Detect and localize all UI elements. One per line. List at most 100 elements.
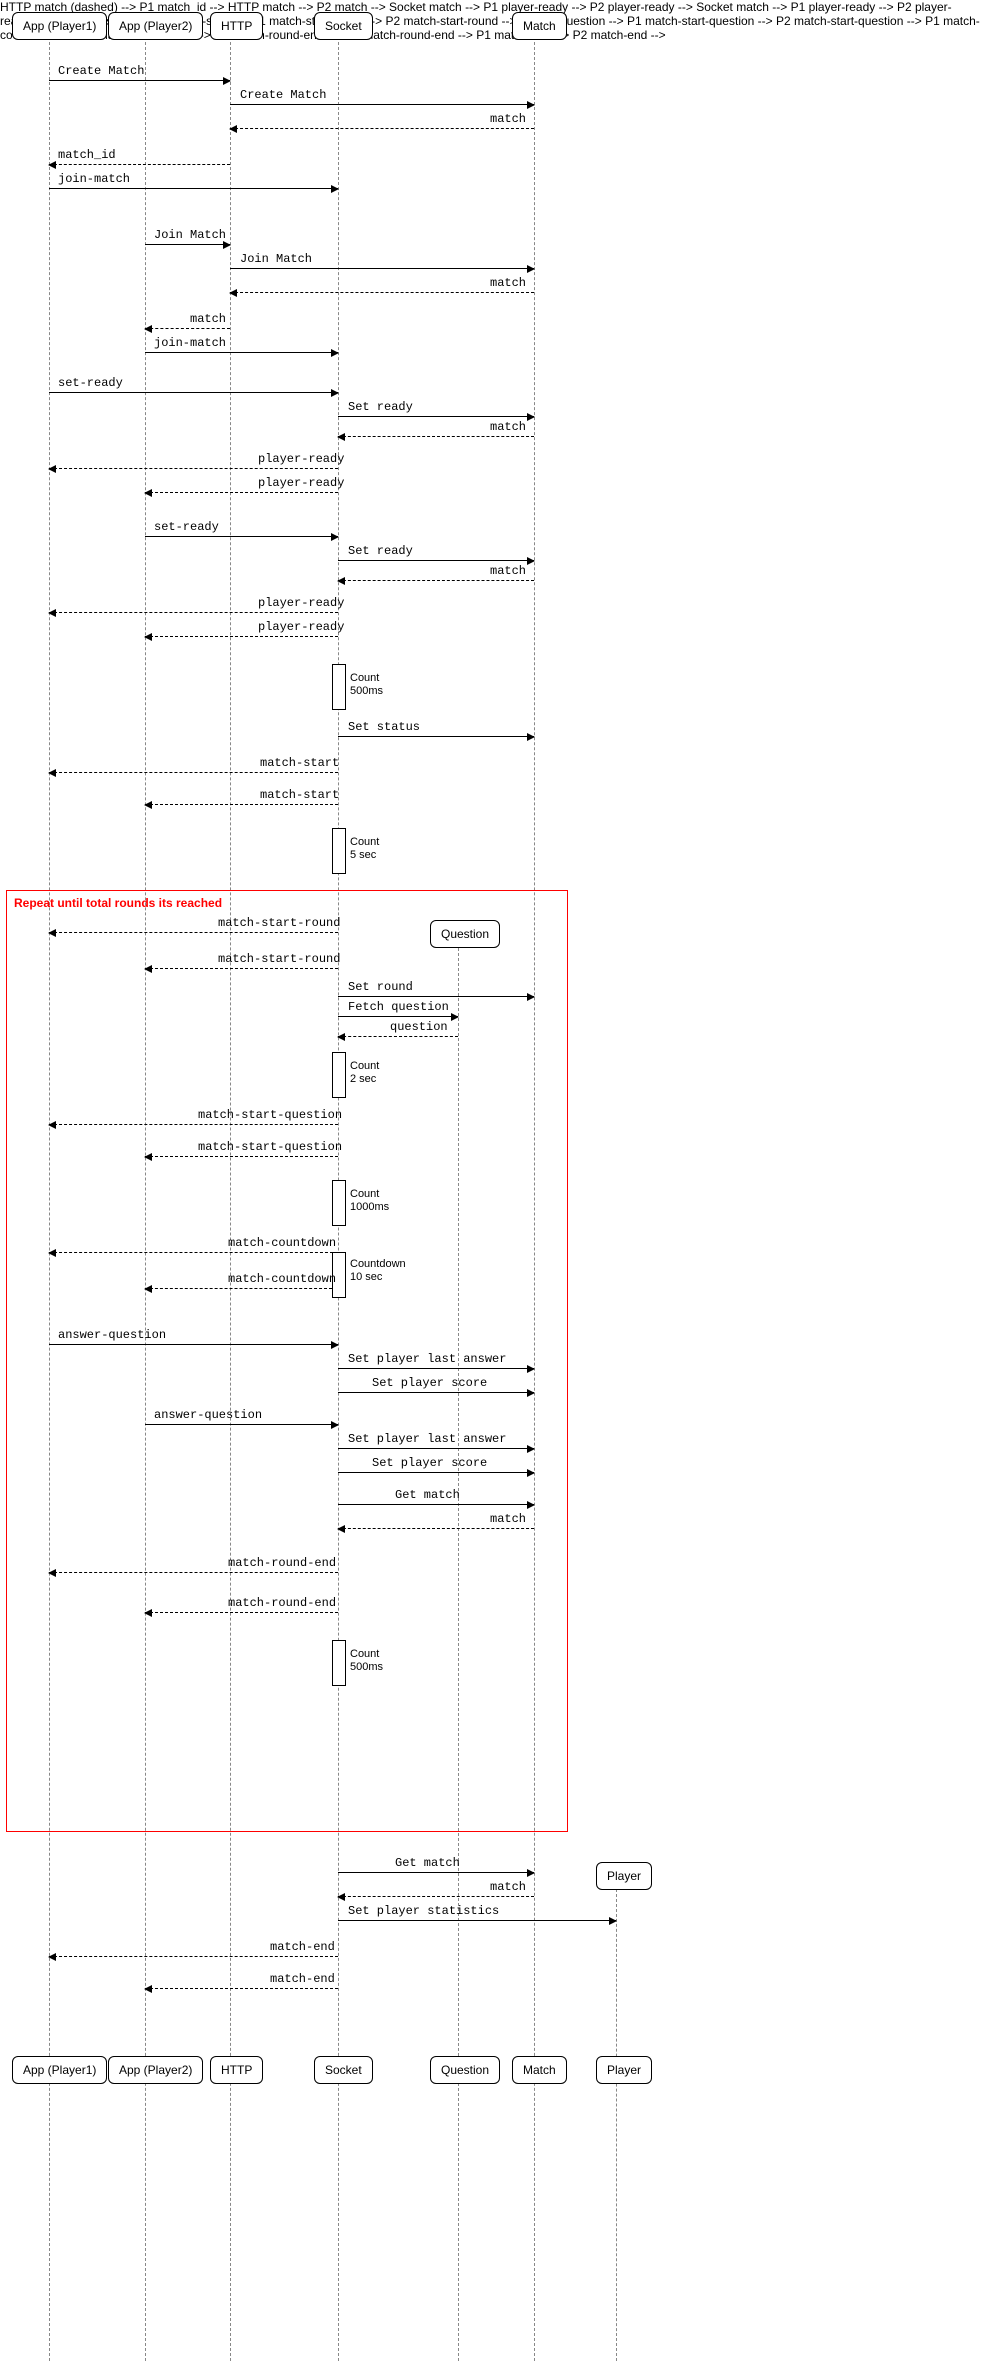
- arrow: [338, 736, 534, 737]
- arrow-return: [145, 1612, 338, 1613]
- msg-label: set-ready: [58, 376, 123, 390]
- msg-label: match-start-round: [218, 952, 340, 966]
- msg-label: match: [490, 112, 526, 126]
- participant-label: App (Player1): [23, 2063, 96, 2077]
- participant-label: App (Player2): [119, 19, 192, 33]
- arrow-return: [49, 468, 338, 469]
- arrow-return: [49, 1572, 338, 1573]
- lifeline-player: [616, 1889, 617, 2361]
- msg-label: match: [490, 1880, 526, 1894]
- msg-label: match-end: [270, 1940, 335, 1954]
- participant-player-bottom: Player: [596, 2056, 652, 2084]
- arrow: [145, 352, 338, 353]
- msg-label: join-match: [58, 172, 130, 186]
- msg-label: match-countdown: [228, 1272, 336, 1286]
- msg-label: match: [190, 312, 226, 326]
- loop-title: Repeat until total rounds its reached: [14, 896, 222, 910]
- arrow: [338, 1872, 534, 1873]
- msg-label: Join Match: [154, 228, 226, 242]
- msg-label: player-ready: [258, 620, 344, 634]
- arrow-return: [145, 1156, 338, 1157]
- participant-http-bottom: HTTP: [210, 2056, 263, 2084]
- participant-label: Match: [523, 2063, 556, 2077]
- participant-label: Player: [607, 1869, 641, 1883]
- arrow-return: [338, 580, 534, 581]
- participant-p1: App (Player1): [12, 12, 107, 40]
- activation-box: [332, 1180, 346, 1226]
- participant-label: HTTP: [221, 2063, 252, 2077]
- arrow: [145, 1424, 338, 1425]
- arrow: [145, 536, 338, 537]
- arrow: [338, 416, 534, 417]
- arrow-return: [230, 292, 534, 293]
- msg-label: Set round: [348, 980, 413, 994]
- arrow-return: [49, 164, 230, 165]
- msg-label: question: [390, 1020, 448, 1034]
- participant-p2: App (Player2): [108, 12, 203, 40]
- arrow: [49, 1344, 338, 1345]
- arrow-return: [49, 1124, 338, 1125]
- msg-label: match-start-question: [198, 1108, 342, 1122]
- msg-label: match-start-round: [218, 916, 340, 930]
- msg-label: Set ready: [348, 544, 413, 558]
- msg-label: match-end: [270, 1972, 335, 1986]
- msg-label: set-ready: [154, 520, 219, 534]
- msg-label: Set player last answer: [348, 1432, 506, 1446]
- arrow-return: [338, 1528, 534, 1529]
- participant-label: Player: [607, 2063, 641, 2077]
- msg-label: Set player statistics: [348, 1904, 499, 1918]
- activation-box: [332, 664, 346, 710]
- participant-label: Socket: [325, 19, 362, 33]
- participant-socket-bottom: Socket: [314, 2056, 373, 2084]
- msg-label: match-round-end: [228, 1556, 336, 1570]
- msg-label: match-start: [260, 788, 339, 802]
- participant-label: Match: [523, 19, 556, 33]
- participant-p2-bottom: App (Player2): [108, 2056, 203, 2084]
- participant-p1-bottom: App (Player1): [12, 2056, 107, 2084]
- sequence-diagram: App (Player1) App (Player2) HTTP Socket …: [0, 0, 981, 2361]
- msg-label: player-ready: [258, 596, 344, 610]
- participant-label: App (Player2): [119, 2063, 192, 2077]
- arrow: [49, 392, 338, 393]
- msg-label: match_id: [58, 148, 116, 162]
- note-count: Count500ms: [350, 672, 383, 698]
- arrow-return: [338, 436, 534, 437]
- activation-box: [332, 1052, 346, 1098]
- arrow: [338, 1920, 616, 1921]
- participant-match: Match: [512, 12, 567, 40]
- arrow: [338, 1504, 534, 1505]
- arrow-return: [49, 1956, 338, 1957]
- msg-label: match-round-end: [228, 1596, 336, 1610]
- arrow: [338, 996, 534, 997]
- arrow-return: [49, 1252, 338, 1253]
- arrow-return: [49, 932, 338, 933]
- arrow-return: [145, 968, 338, 969]
- msg-label: Set player score: [372, 1456, 487, 1470]
- arrow: [338, 560, 534, 561]
- participant-http: HTTP: [210, 12, 263, 40]
- participant-match-bottom: Match: [512, 2056, 567, 2084]
- msg-label: Create Match: [240, 88, 326, 102]
- arrow: [49, 188, 338, 189]
- arrow-return: [145, 1288, 332, 1289]
- participant-label: Question: [441, 2063, 489, 2077]
- arrow-return: [230, 128, 534, 129]
- arrow: [230, 104, 534, 105]
- arrow: [338, 1016, 458, 1017]
- msg-label: Set ready: [348, 400, 413, 414]
- activation-box: [332, 1640, 346, 1686]
- msg-label: match: [490, 276, 526, 290]
- msg-label: Fetch question: [348, 1000, 449, 1014]
- msg-label: Get match: [395, 1856, 460, 1870]
- msg-label: answer-question: [58, 1328, 166, 1342]
- msg-label: match-start: [260, 756, 339, 770]
- arrow-return: [145, 328, 230, 329]
- arrow: [49, 80, 230, 81]
- msg-label: player-ready: [258, 452, 344, 466]
- note-count: Count500ms: [350, 1648, 383, 1674]
- arrow: [145, 244, 230, 245]
- participant-socket: Socket: [314, 12, 373, 40]
- arrow-return: [338, 1896, 534, 1897]
- note-count: Count2 sec: [350, 1060, 379, 1086]
- arrow-return: [145, 1988, 338, 1989]
